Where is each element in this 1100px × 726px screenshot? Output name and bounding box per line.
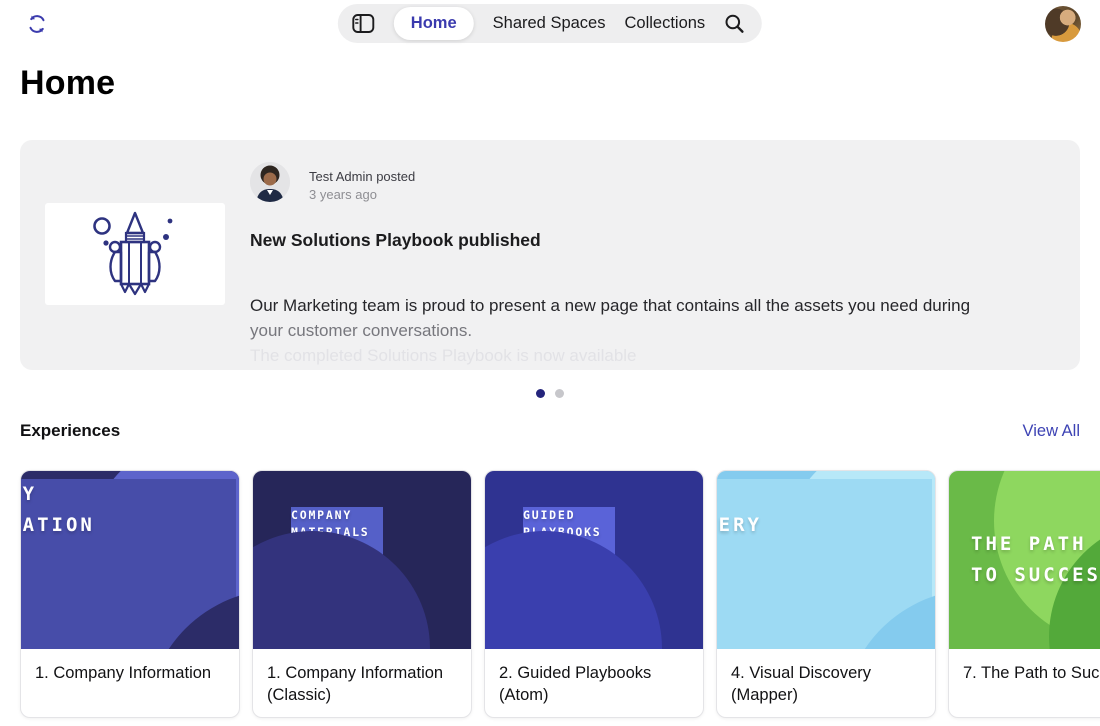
carousel-dot-2[interactable] (555, 389, 564, 398)
author-avatar (250, 162, 290, 202)
experience-card-path-to-success[interactable]: THE PATH TO SUCCESS 7. The Path to Succe… (948, 470, 1100, 718)
topbar: Home Shared Spaces Collections (0, 0, 1100, 48)
card-label: 1. Company Information (21, 649, 239, 697)
announcement-body-line3-faded: The completed Solutions Playbook is now … (250, 343, 1056, 368)
rocket-illustration-icon (75, 211, 195, 297)
announcement-thumbnail (45, 203, 225, 305)
experience-card-visual-discovery[interactable]: VISUAL DISCOVERY 4. Visual Discovery (Ma… (716, 470, 936, 718)
sidebar-toggle-icon[interactable] (352, 13, 375, 34)
card-cover: THE PATH TO SUCCESS (949, 471, 1100, 649)
view-all-link[interactable]: View All (1023, 422, 1080, 441)
search-icon[interactable] (724, 13, 745, 34)
tab-home[interactable]: Home (394, 7, 474, 40)
announcement-body-line1: Our Marketing team is proud to present a… (250, 293, 1056, 318)
main-navigation: Home Shared Spaces Collections (338, 4, 762, 43)
experience-card-company-information[interactable]: COMPANY INFORMATION 1. Company Informati… (20, 470, 240, 718)
sync-refresh-icon[interactable] (24, 11, 50, 37)
carousel-dots (0, 389, 1100, 398)
tab-shared-spaces[interactable]: Shared Spaces (493, 14, 606, 33)
experience-card-company-information-classic[interactable]: COMPANY MATERIALS 1. Company Information… (252, 470, 472, 718)
experiences-heading: Experiences (20, 421, 120, 441)
card-label: 4. Visual Discovery (Mapper) (717, 649, 935, 718)
card-cover: GUIDED PLAYBOOKS (485, 471, 703, 649)
experience-card-guided-playbooks[interactable]: GUIDED PLAYBOOKS 2. Guided Playbooks (At… (484, 470, 704, 718)
card-cover: COMPANY INFORMATION (21, 471, 239, 649)
announcement-card[interactable]: Test Admin posted 3 years ago New Soluti… (20, 140, 1080, 370)
experiences-header: Experiences View All (20, 421, 1080, 441)
announcement-timestamp: 3 years ago (309, 187, 377, 202)
card-label: 2. Guided Playbooks (Atom) (485, 649, 703, 718)
carousel-dot-1[interactable] (536, 389, 545, 398)
announcement-body-line2: your customer conversations. (250, 318, 1056, 343)
user-avatar[interactable] (1045, 6, 1081, 42)
announcement-headline: New Solutions Playbook published (250, 230, 541, 251)
card-label: 7. The Path to Success (949, 649, 1100, 697)
announcement-body: Our Marketing team is proud to present a… (250, 293, 1056, 368)
cover-title: THE PATH TO SUCCESS (971, 529, 1100, 591)
tab-collections[interactable]: Collections (624, 14, 705, 33)
page-title: Home (20, 64, 115, 103)
card-label: 1. Company Information (Classic) (253, 649, 471, 718)
announcement-author: Test Admin posted (309, 169, 415, 184)
experiences-card-row: COMPANY INFORMATION 1. Company Informati… (20, 470, 1100, 718)
card-cover: COMPANY MATERIALS (253, 471, 471, 649)
card-cover: VISUAL DISCOVERY (717, 471, 935, 649)
